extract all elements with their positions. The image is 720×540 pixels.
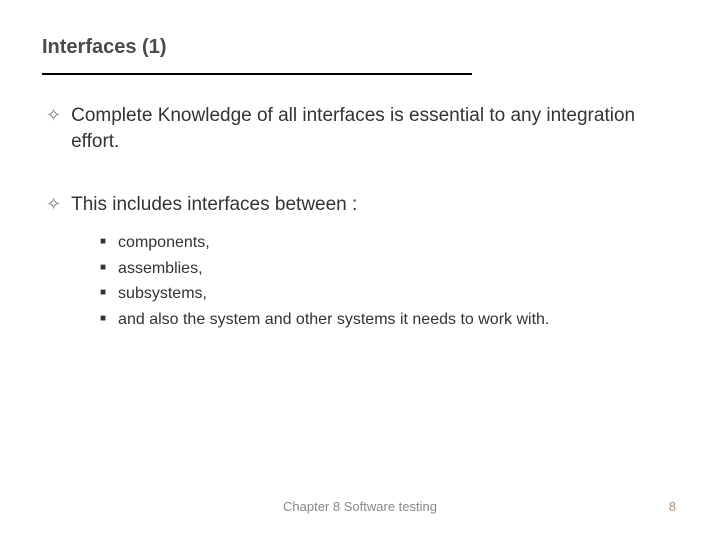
footer-chapter: Chapter 8 Software testing — [283, 499, 437, 514]
sub-item: ■ subsystems, — [100, 283, 678, 305]
page-number: 8 — [669, 499, 676, 514]
square-icon: ■ — [100, 309, 106, 328]
bullet-item: ✧ This includes interfaces between : — [42, 192, 678, 218]
sub-item: ■ components, — [100, 232, 678, 254]
footer: Chapter 8 Software testing — [0, 499, 720, 514]
bullet-item: ✧ Complete Knowledge of all interfaces i… — [42, 103, 678, 154]
bullet-text: Complete Knowledge of all interfaces is … — [71, 103, 678, 154]
bullet-text: This includes interfaces between : — [71, 192, 357, 218]
title-underline — [42, 73, 472, 75]
diamond-icon: ✧ — [46, 192, 61, 217]
square-icon: ■ — [100, 283, 106, 302]
diamond-icon: ✧ — [46, 103, 61, 128]
sub-item: ■ assemblies, — [100, 258, 678, 280]
slide: Interfaces (1) ✧ Complete Knowledge of a… — [0, 0, 720, 540]
sub-item: ■ and also the system and other systems … — [100, 309, 678, 331]
sub-text: and also the system and other systems it… — [118, 309, 549, 331]
sub-text: components, — [118, 232, 210, 254]
sub-list: ■ components, ■ assemblies, ■ subsystems… — [42, 232, 678, 330]
sub-text: subsystems, — [118, 283, 207, 305]
sub-text: assemblies, — [118, 258, 202, 280]
square-icon: ■ — [100, 232, 106, 251]
slide-title: Interfaces (1) — [42, 36, 678, 59]
square-icon: ■ — [100, 258, 106, 277]
